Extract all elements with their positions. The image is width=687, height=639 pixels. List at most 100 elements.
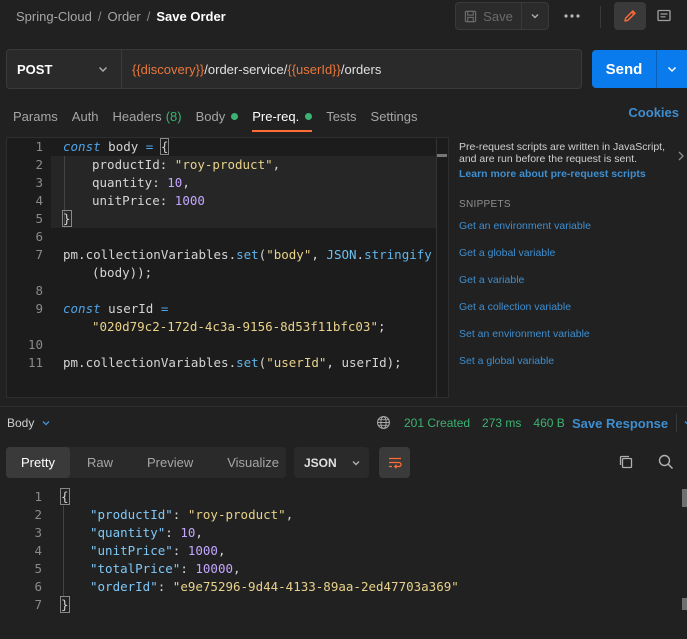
tab-label: Params: [13, 108, 58, 124]
identifier: body: [100, 139, 146, 154]
snippet-get-collection-variable[interactable]: Get a collection variable: [459, 301, 679, 313]
send-dropdown-button[interactable]: [657, 63, 687, 75]
tab-headers[interactable]: Headers (8): [113, 104, 182, 128]
tab-auth[interactable]: Auth: [72, 104, 99, 128]
view-pretty[interactable]: Pretty: [6, 447, 70, 478]
wrap-lines-button[interactable]: [379, 447, 410, 478]
search-button[interactable]: [657, 453, 675, 474]
edit-button[interactable]: [614, 2, 646, 30]
status-code[interactable]: 201 Created: [404, 416, 470, 430]
breadcrumb-folder[interactable]: Order: [108, 9, 141, 24]
response-scrollbar-end[interactable]: [682, 598, 687, 610]
method-select[interactable]: POST: [6, 49, 122, 89]
line-number: 8: [35, 283, 43, 298]
code-line: 6: [7, 228, 43, 246]
line-number: 7: [35, 247, 43, 262]
line-number: 2: [34, 507, 42, 522]
save-button[interactable]: Save: [456, 3, 522, 29]
comments-button[interactable]: [650, 4, 678, 28]
save-response-button[interactable]: Save Response: [572, 414, 687, 432]
tab-prereq[interactable]: Pre-req.: [252, 104, 313, 132]
snippet-set-environment-variable[interactable]: Set an environment variable: [459, 328, 679, 340]
tab-body[interactable]: Body: [196, 104, 239, 128]
property-key: quantity:: [92, 175, 168, 190]
response-section-select[interactable]: Body: [7, 416, 51, 430]
line-number: 3: [34, 525, 42, 540]
snippet-get-global-variable[interactable]: Get a global variable: [459, 247, 679, 259]
response-body-viewer[interactable]: 1{ 2 "productId": "roy-product", 3 "quanti…: [0, 488, 687, 628]
json-number-value: 10: [180, 525, 196, 540]
pencil-icon: [624, 10, 636, 22]
line-number: 6: [35, 229, 43, 244]
send-button[interactable]: Send: [592, 61, 656, 78]
tab-settings[interactable]: Settings: [371, 104, 418, 128]
line-number: 6: [34, 579, 42, 594]
code-line: 8: [7, 282, 43, 300]
line-number: 4: [34, 543, 42, 558]
prereq-indicator-dot: [305, 112, 313, 120]
url-input[interactable]: {{discovery}}/order-service/{{userId}}/o…: [122, 49, 582, 89]
tab-tests[interactable]: Tests: [326, 104, 356, 128]
network-info-button[interactable]: [376, 415, 391, 433]
format-label: JSON: [304, 455, 337, 470]
response-scrollbar-thumb[interactable]: [682, 489, 687, 507]
format-select[interactable]: JSON: [294, 447, 369, 478]
punctuation: :: [157, 579, 173, 594]
breadcrumb: Spring-Cloud / Order / Save Order: [16, 9, 226, 24]
json-number-value: 10000: [195, 561, 234, 576]
function-name: set: [236, 355, 259, 370]
code-line: 9 const userId =: [7, 300, 168, 318]
code-line: 3 quantity: 10,: [7, 174, 189, 192]
request-name[interactable]: Save Order: [156, 9, 225, 24]
json-number-value: 1000: [187, 543, 218, 558]
snippet-set-global-variable[interactable]: Set a global variable: [459, 355, 679, 367]
editor-scrollbar-thumb[interactable]: [437, 154, 447, 157]
json-key: "totalPrice": [90, 561, 181, 576]
learn-more-link[interactable]: Learn more about pre-request scripts: [459, 168, 679, 180]
string-value: "020d79c2-172d-4c3a-9156-8d53f11bfc03": [92, 319, 378, 334]
punctuation: ,: [217, 543, 226, 558]
view-raw[interactable]: Raw: [70, 447, 130, 478]
number-value: 10: [167, 175, 183, 190]
code-line: 1 const body = {: [7, 138, 170, 156]
url-path-segment: /order-service/: [204, 61, 288, 77]
copy-icon: [619, 455, 633, 469]
tab-label: Settings: [370, 108, 418, 124]
response-divider[interactable]: [0, 406, 687, 407]
editor-scrollbar[interactable]: [436, 138, 448, 397]
save-dropdown-button[interactable]: [522, 3, 548, 29]
json-key: "productId": [90, 507, 173, 522]
more-options-button[interactable]: [560, 6, 584, 26]
line-number: 4: [35, 193, 43, 208]
tab-label: Headers: [112, 108, 162, 124]
view-preview[interactable]: Preview: [130, 447, 210, 478]
breadcrumb-collection[interactable]: Spring-Cloud: [16, 9, 92, 24]
code-line: 3 "quantity": 10,: [0, 524, 202, 542]
code-line: 5}: [7, 210, 72, 228]
identifier: userId: [100, 301, 161, 316]
view-visualize[interactable]: Visualize: [210, 447, 296, 478]
url-path-end: /orders: [340, 61, 382, 77]
cookies-link[interactable]: Cookies: [628, 105, 679, 120]
property-key: unitPrice:: [92, 193, 175, 208]
response-time[interactable]: 273 ms: [482, 416, 521, 430]
url-variable-userid[interactable]: {{userId}}: [287, 62, 341, 77]
snippet-get-environment-variable[interactable]: Get an environment variable: [459, 220, 679, 232]
prerequest-script-editor[interactable]: 1 const body = { 2 productId: "roy-product…: [6, 137, 449, 398]
response-status: 201 Created 273 ms 460 B: [404, 416, 577, 430]
code-line: 7}: [0, 596, 70, 614]
url-variable-discovery[interactable]: {{discovery}}: [132, 62, 204, 77]
json-key: "quantity": [90, 525, 166, 540]
copy-button[interactable]: [617, 453, 635, 474]
save-label: Save: [483, 8, 513, 24]
code-line: 2 "productId": "roy-product",: [0, 506, 293, 524]
response-size[interactable]: 460 B: [533, 416, 564, 430]
save-response-divider: [676, 414, 678, 432]
json-string-value: "roy-product": [187, 507, 286, 522]
code-line: 10: [7, 336, 43, 354]
line-number: 11: [27, 355, 43, 370]
collapse-panel-button[interactable]: [677, 150, 685, 165]
snippet-get-variable[interactable]: Get a variable: [459, 274, 679, 286]
snippets-heading: SNIPPETS: [459, 199, 511, 210]
tab-params[interactable]: Params: [13, 104, 58, 128]
